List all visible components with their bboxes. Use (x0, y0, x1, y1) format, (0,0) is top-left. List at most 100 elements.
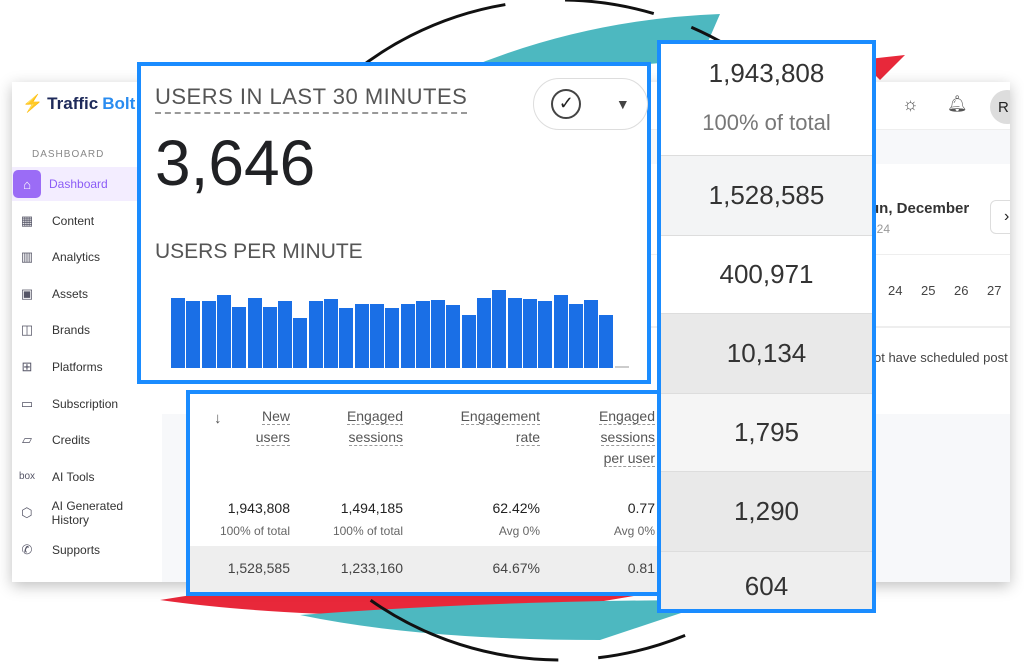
chart-bar (522, 299, 537, 368)
calendar-day[interactable]: 26 (954, 283, 968, 298)
table-header[interactable]: New users (255, 406, 290, 448)
calendar-day[interactable]: 27 (987, 283, 1001, 298)
tag-icon: ◫ (20, 322, 34, 338)
table-header[interactable]: Engaged sessions (346, 406, 403, 448)
chart-bar (278, 301, 293, 368)
box-icon: box (18, 471, 36, 483)
folder-icon: ▱ (22, 432, 32, 448)
sidebar-item-label: Assets (52, 286, 89, 301)
next-button[interactable]: › (990, 200, 1010, 234)
totals-sub: 100% of total (332, 524, 403, 538)
table-header[interactable]: Engagement rate (460, 406, 540, 448)
column-row: 400,971 (661, 235, 872, 313)
users-per-minute-chart (171, 284, 631, 368)
table-cell: 1,528,585 (227, 560, 290, 576)
sidebar-item-label: Content (52, 213, 95, 228)
caret-down-icon: ▼ (615, 96, 630, 112)
calendar-day[interactable]: 25 (921, 283, 935, 298)
chart-bar (171, 298, 185, 368)
chart-bar (477, 298, 491, 368)
chart-bar (400, 304, 415, 368)
calendar-title: un, December (870, 200, 970, 217)
chart-bar (369, 304, 384, 368)
table-header[interactable]: Engaged sessions per user (598, 406, 655, 469)
totals-cell: 62.42% (492, 500, 540, 516)
phone-icon: ✆ (21, 542, 33, 557)
chart-bar (262, 307, 277, 368)
users-per-minute-label: USERS PER MINUTE (155, 240, 363, 263)
sidebar-item-label: Credits (52, 433, 91, 448)
calendar-day[interactable]: 24 (888, 283, 902, 298)
sidebar-item-label: Platforms (52, 360, 103, 374)
realtime-title: USERS IN LAST 30 MINUTES (155, 84, 468, 114)
sidebar-item-label: Dashboard (49, 177, 108, 191)
chart-bar (247, 297, 262, 368)
users-column-card: 1,943,808 100% of total 1,528,585 400,971… (657, 40, 876, 613)
chart-bar (308, 301, 323, 368)
chart-bar (492, 290, 507, 368)
engagement-table: ↓ New users 1,943,808 100% of total Engaged s… (186, 390, 691, 596)
sidebar-item-ai-tools[interactable]: box AI Tools (12, 460, 162, 494)
bar-chart-icon: ▥ (20, 249, 34, 265)
chart-bar (293, 317, 308, 368)
chart-bar (614, 366, 629, 368)
chart-bar (568, 304, 583, 368)
sidebar-item-label: Subscription (52, 396, 119, 411)
chart-bar (507, 298, 522, 368)
column-total: 1,943,808 (708, 58, 825, 88)
chart-bar (216, 294, 231, 368)
sidebar-item-label: Brands (52, 323, 91, 338)
table-cell: 1,233,160 (340, 560, 403, 576)
column-row: 604 (661, 551, 872, 609)
sidebar-item-label: Supports (52, 543, 101, 557)
chart-bar (538, 301, 553, 368)
chart-bar (232, 307, 247, 368)
chart-bar (339, 308, 354, 368)
totals-sub: 100% of total (219, 524, 290, 538)
sidebar-item-credits[interactable]: ▱ Credits (12, 423, 162, 457)
column-row: 1,528,585 (661, 155, 872, 235)
chart-bar (201, 301, 216, 368)
chart-bar (599, 314, 614, 368)
logo: ⚡TrafficBoltA (22, 94, 152, 113)
sidebar-item-label: AI Generated History (51, 499, 124, 528)
grid-icon: ▦ (20, 212, 34, 228)
no-posts-message: ot have scheduled post (874, 350, 1008, 365)
chart-bar (354, 304, 369, 368)
column-row: 10,134 (661, 313, 872, 393)
totals-sub: Avg 0% (613, 524, 655, 538)
realtime-value: 3,646 (155, 127, 316, 199)
totals-cell: 1,494,185 (340, 500, 403, 516)
totals-sub: Avg 0% (498, 524, 540, 538)
chart-bar (415, 301, 430, 368)
chart-bar (324, 299, 338, 368)
check-circle-icon: ✓ (551, 89, 582, 119)
column-row: 1,290 (661, 471, 872, 551)
image-icon: ▣ (20, 285, 34, 301)
column-row: 1,795 (661, 393, 872, 471)
theme-toggle-icon[interactable]: ☼ (902, 94, 919, 115)
sidebar-item-supports[interactable]: ✆ Supports (12, 533, 162, 567)
table-cell: 64.67% (492, 560, 540, 576)
sort-arrow-icon[interactable]: ↓ (214, 410, 222, 427)
chart-bar (385, 308, 400, 368)
totals-cell: 1,943,808 (227, 500, 290, 516)
totals-cell: 0.77 (627, 500, 655, 516)
chart-bar (584, 300, 599, 368)
chart-bar (553, 294, 568, 368)
chart-bar (461, 314, 476, 368)
card-icon: ▭ (20, 395, 34, 411)
column-total-sub: 100% of total (702, 110, 831, 135)
sidebar-item-label: AI Tools (52, 469, 95, 484)
table-cell: 0.81 (627, 560, 655, 576)
realtime-users-card: USERS IN LAST 30 MINUTES 3,646 USERS PER… (137, 62, 651, 384)
avatar[interactable]: R (990, 90, 1010, 124)
bell-icon[interactable]: 🔔︎ (947, 94, 967, 114)
sidebar-item-subscription[interactable]: ▭ Subscription (12, 387, 162, 421)
sidebar-item-ai-generated-history[interactable]: ⬡ AI Generated History (12, 496, 162, 530)
sidebar-item-label: Analytics (52, 250, 101, 265)
apps-icon: ⊞ (21, 359, 33, 374)
sidebar-section-label: DASHBOARD (32, 149, 105, 160)
chart-bar (431, 300, 446, 368)
compare-dropdown[interactable]: ✓ ▼ (533, 78, 648, 130)
